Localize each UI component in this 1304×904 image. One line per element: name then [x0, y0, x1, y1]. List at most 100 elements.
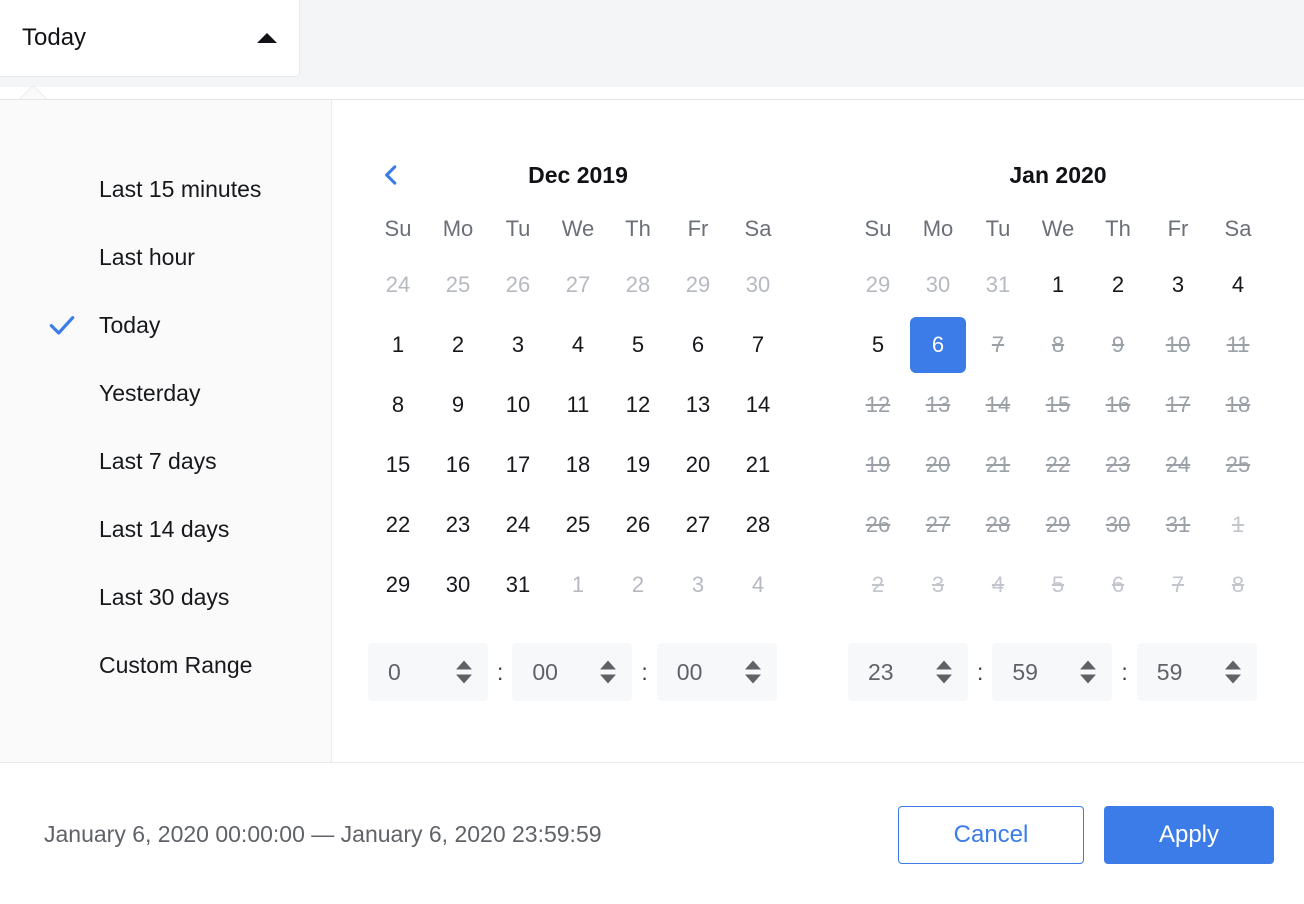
date-range-picker: Today Last 15 minutes Last hour Today Yeste… — [0, 0, 1304, 904]
calendar-day[interactable]: 7 — [728, 315, 788, 375]
calendar-day[interactable]: 17 — [488, 435, 548, 495]
calendar-week-row: 26 27 28 29 30 31 1 — [848, 495, 1268, 555]
spinner-arrows[interactable] — [936, 660, 952, 684]
spinner-down-icon[interactable] — [1224, 674, 1241, 684]
preset-item-last-hour[interactable]: Last hour — [0, 223, 331, 291]
calendar-header: Jan 2020 — [848, 147, 1268, 203]
cancel-button[interactable]: Cancel — [898, 805, 1084, 864]
calendar-title: Jan 2020 — [1009, 161, 1107, 188]
calendar-day[interactable]: 3 — [488, 315, 548, 375]
spinner-up-icon[interactable] — [456, 660, 472, 670]
spinner-up-icon[interactable] — [600, 660, 617, 670]
calendar-day[interactable]: 25 — [548, 495, 608, 555]
calendar-day[interactable]: 9 — [428, 375, 488, 435]
calendar-day[interactable]: 11 — [548, 375, 608, 435]
calendar-day[interactable]: 28 — [728, 495, 788, 555]
calendar-day[interactable]: 5 — [848, 315, 908, 375]
start-second-value: 00 — [676, 658, 703, 685]
calendar-day[interactable]: 5 — [608, 315, 668, 375]
end-minute-stepper[interactable]: 59 — [992, 643, 1113, 701]
spinner-down-icon[interactable] — [600, 674, 617, 684]
calendar-day[interactable]: 1 — [368, 315, 428, 375]
calendar-day[interactable]: 3 — [1148, 255, 1208, 315]
preset-item-custom-range[interactable]: Custom Range — [0, 631, 331, 699]
calendar-day[interactable]: 16 — [428, 435, 488, 495]
calendar-day[interactable]: 18 — [548, 435, 608, 495]
spinner-arrows[interactable] — [1224, 660, 1241, 684]
calendar-day[interactable]: 2 — [428, 315, 488, 375]
spinner-arrows[interactable] — [600, 660, 617, 684]
calendar-day[interactable]: 19 — [608, 435, 668, 495]
start-hour-stepper[interactable]: 0 — [368, 643, 488, 701]
start-minute-stepper[interactable]: 00 — [512, 643, 633, 701]
calendar-day[interactable]: 8 — [368, 375, 428, 435]
calendar-day[interactable]: 20 — [668, 435, 728, 495]
weekday-label: We — [561, 216, 595, 241]
preset-item-today[interactable]: Today — [0, 291, 331, 359]
calendar-day: 24 — [1165, 452, 1191, 477]
calendar-day[interactable]: 22 — [368, 495, 428, 555]
calendar-day[interactable]: 30 — [428, 555, 488, 615]
calendar-day: 1 — [1231, 512, 1245, 537]
spinner-down-icon[interactable] — [936, 674, 952, 684]
spinner-up-icon[interactable] — [936, 660, 952, 670]
calendar-day[interactable]: 29 — [368, 555, 428, 615]
start-second-stepper[interactable]: 00 — [656, 643, 777, 701]
calendar-day[interactable]: 27 — [668, 495, 728, 555]
calendar-day[interactable]: 1 — [1028, 255, 1088, 315]
spinner-down-icon[interactable] — [456, 674, 472, 684]
calendar-day: 29 — [865, 272, 891, 297]
calendar-day[interactable]: 26 — [608, 495, 668, 555]
end-second-stepper[interactable]: 59 — [1136, 643, 1257, 701]
calendar-day[interactable]: 21 — [728, 435, 788, 495]
spinner-up-icon[interactable] — [1080, 660, 1097, 670]
calendar-day: 2 — [631, 572, 645, 597]
spinner-up-icon[interactable] — [744, 660, 761, 670]
calendar-day[interactable]: 13 — [668, 375, 728, 435]
calendar-day[interactable]: 23 — [428, 495, 488, 555]
preset-item-yesterday[interactable]: Yesterday — [0, 359, 331, 427]
calendar-day: 27 — [565, 272, 591, 297]
calendar-day[interactable]: 31 — [488, 555, 548, 615]
spinner-down-icon[interactable] — [1080, 674, 1097, 684]
weekday-header-row: Su Mo Tu We Th Fr Sa — [848, 203, 1268, 255]
calendar-day[interactable]: 15 — [368, 435, 428, 495]
spinner-up-icon[interactable] — [1224, 660, 1241, 670]
calendar-day[interactable]: 2 — [1088, 255, 1148, 315]
calendar-day: 18 — [1225, 392, 1251, 417]
calendar-day: 1 — [571, 572, 585, 597]
spinner-arrows[interactable] — [744, 660, 761, 684]
calendar-day: 24 — [385, 272, 411, 297]
calendar-day: 4 — [991, 572, 1005, 597]
preset-item-last-30-days[interactable]: Last 30 days — [0, 563, 331, 631]
calendar-day[interactable]: 12 — [608, 375, 668, 435]
calendar-day: 15 — [1045, 392, 1071, 417]
weekday-label: Mo — [922, 216, 954, 241]
calendar-week-row: 29 30 31 1 2 3 4 — [368, 555, 788, 615]
calendar-day: 25 — [445, 272, 471, 297]
calendar-week-row: 22 23 24 25 26 27 28 — [368, 495, 788, 555]
end-minute-value: 59 — [1012, 658, 1038, 685]
apply-button[interactable]: Apply — [1104, 805, 1274, 864]
calendar-day[interactable]: 4 — [1208, 255, 1268, 315]
calendar-day[interactable]: 24 — [488, 495, 548, 555]
calendar-day[interactable]: 4 — [548, 315, 608, 375]
calendar-week-row: 19 20 21 22 23 24 25 — [848, 435, 1268, 495]
spinner-down-icon[interactable] — [744, 674, 761, 684]
calendar-day[interactable]: 14 — [728, 375, 788, 435]
calendar-day: 14 — [985, 392, 1011, 417]
spinner-arrows[interactable] — [456, 660, 472, 684]
preset-item-last-15-minutes[interactable]: Last 15 minutes — [0, 155, 331, 223]
calendar-day[interactable]: 6 — [668, 315, 728, 375]
preset-item-label: Last hour — [99, 243, 195, 270]
preset-item-last-7-days[interactable]: Last 7 days — [0, 427, 331, 495]
date-picker-popup: Last 15 minutes Last hour Today Yesterday La… — [0, 99, 1304, 904]
spinner-arrows[interactable] — [1080, 660, 1097, 684]
date-range-trigger-button[interactable]: Today — [0, 0, 300, 77]
chevron-left-icon[interactable] — [376, 160, 406, 190]
calendar-day-selected[interactable]: 6 — [910, 317, 966, 373]
range-summary: January 6, 2020 00:00:00 — January 6, 20… — [44, 821, 602, 847]
preset-item-last-14-days[interactable]: Last 14 days — [0, 495, 331, 563]
calendar-day[interactable]: 10 — [488, 375, 548, 435]
end-hour-stepper[interactable]: 23 — [848, 643, 968, 701]
